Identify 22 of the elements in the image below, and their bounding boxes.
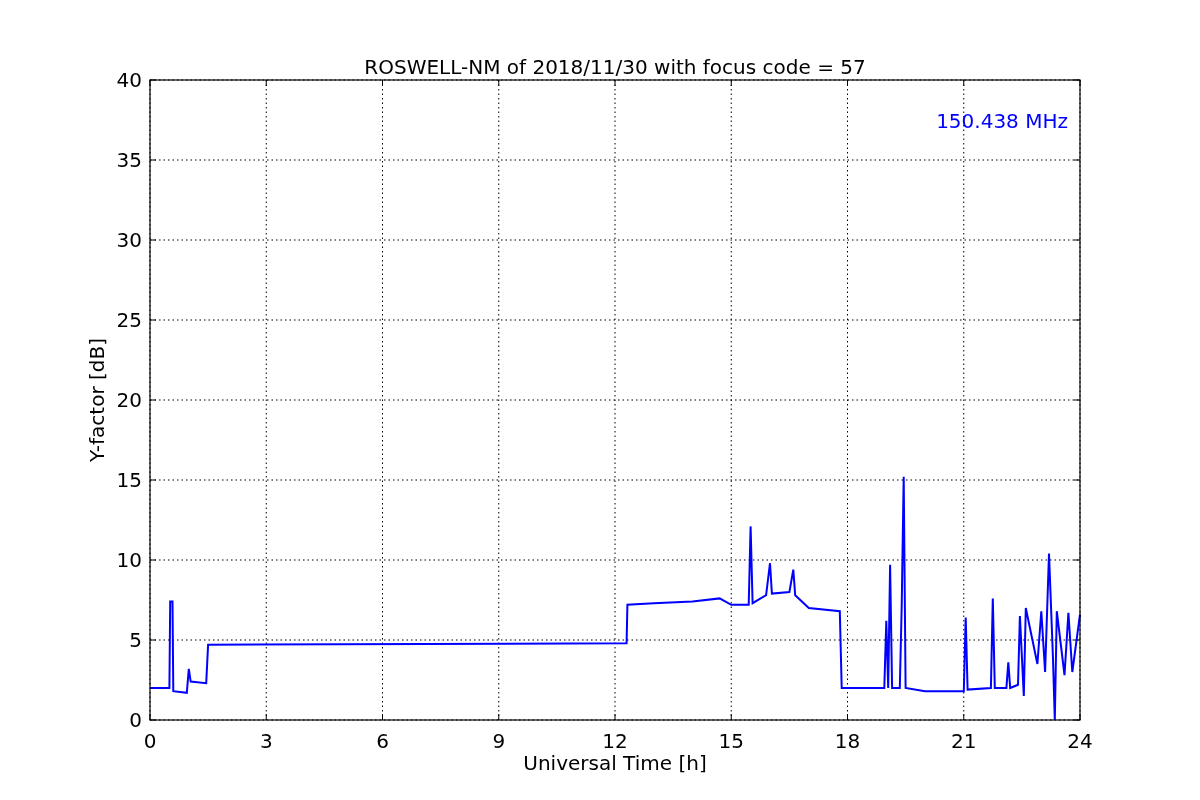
x-tick-label: 12 (602, 729, 628, 753)
x-tick-label: 6 (376, 729, 389, 753)
x-axis-label: Universal Time [h] (523, 751, 707, 775)
chart-title: ROSWELL-NM of 2018/11/30 with focus code = 57 (364, 55, 866, 79)
y-tick-label: 20 (116, 388, 142, 412)
y-axis-label: Y-factor [dB] (85, 338, 109, 462)
y-tick-label: 10 (116, 548, 142, 572)
x-tick-label: 0 (143, 729, 157, 753)
y-tick-label: 25 (116, 308, 142, 332)
y-tick-label: 35 (116, 148, 142, 172)
x-tick-label: 3 (259, 729, 273, 753)
x-tick-label: 24 (1067, 729, 1093, 753)
x-tick-label: 15 (718, 729, 744, 753)
x-tick-label: 18 (834, 729, 861, 753)
series-label: 150.438 MHz (936, 109, 1068, 133)
y-tick-label: 15 (116, 468, 142, 492)
y-tick-label: 5 (129, 628, 142, 652)
y-tick-label: 30 (116, 228, 142, 252)
y-tick-label: 0 (129, 708, 142, 732)
y-tick-label: 40 (116, 68, 142, 92)
x-tick-label: 9 (492, 729, 506, 753)
x-tick-label: 21 (951, 729, 977, 753)
